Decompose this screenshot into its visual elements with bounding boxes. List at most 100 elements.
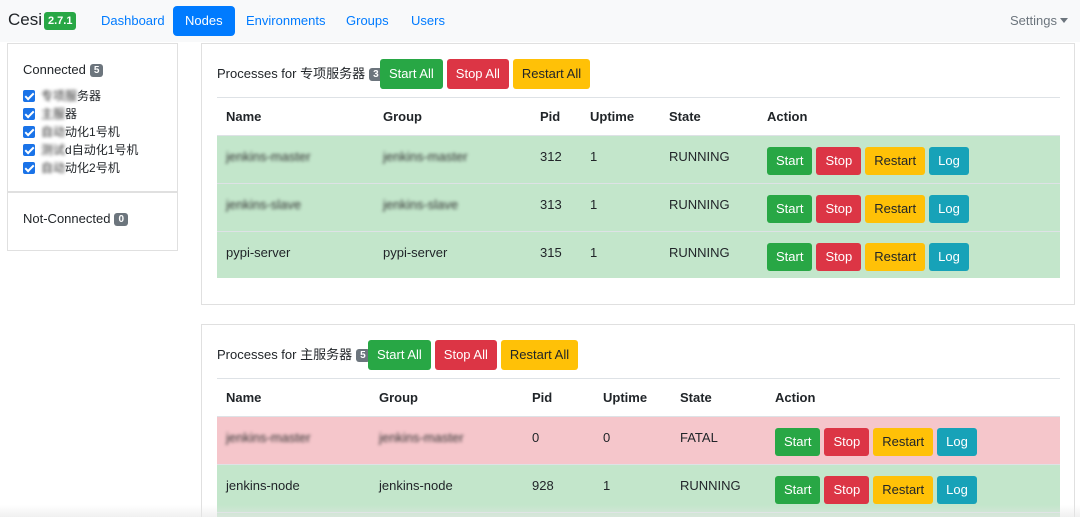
panel-heading-prefix: Processes for bbox=[217, 347, 297, 362]
stop-button[interactable]: Stop bbox=[824, 428, 870, 456]
column-header-state: State bbox=[669, 109, 701, 124]
nav-users[interactable]: Users bbox=[399, 6, 457, 36]
process-panel: Processes for 专项服务器 3 Start All Stop All Re… bbox=[201, 43, 1075, 305]
process-name: jenkins-node bbox=[226, 478, 300, 493]
start-all-button[interactable]: Start All bbox=[368, 340, 431, 370]
column-header-group: Group bbox=[383, 109, 422, 124]
node-checkbox-item[interactable]: 自动动化2号机 bbox=[23, 160, 120, 176]
node-name: d自动化1号机 bbox=[65, 143, 139, 157]
process-uptime: 1 bbox=[590, 149, 598, 164]
nav-dashboard[interactable]: Dashboard bbox=[89, 6, 177, 36]
node-checkbox-item[interactable]: 专项服务器 bbox=[23, 88, 101, 104]
checkbox-checked-icon[interactable] bbox=[23, 108, 35, 120]
brand-logo[interactable]: Cesi bbox=[8, 10, 42, 30]
start-button[interactable]: Start bbox=[775, 428, 821, 456]
node-name-redacted: 专项服 bbox=[41, 89, 78, 103]
process-name-redacted: jenkins-master bbox=[226, 430, 311, 445]
panel-bulk-actions: Start All Stop All Restart All bbox=[380, 59, 594, 89]
table-row: jenkins-master jenkins-master 312 1 RUNN… bbox=[217, 135, 1060, 183]
column-header-pid: Pid bbox=[540, 109, 561, 124]
version-badge: 2.7.1 bbox=[44, 12, 77, 30]
not-connected-count-badge: 0 bbox=[114, 213, 129, 226]
restart-all-button[interactable]: Restart All bbox=[512, 59, 591, 89]
table-row: jenkins-slave jenkins-slave 313 1 RUNNIN… bbox=[217, 183, 1060, 231]
log-button[interactable]: Log bbox=[937, 428, 977, 456]
panel-bulk-actions: Start All Stop All Restart All bbox=[368, 340, 582, 370]
column-header-action: Action bbox=[775, 390, 816, 405]
column-header-group: Group bbox=[379, 390, 418, 405]
node-checkbox-item[interactable]: 测试d自动化1号机 bbox=[23, 142, 138, 158]
process-panel: Processes for 主服务器 5 Start All Stop All Res… bbox=[201, 324, 1075, 517]
restart-button[interactable]: Restart bbox=[865, 243, 926, 271]
node-checkbox-item[interactable]: 自动动化1号机 bbox=[23, 124, 120, 140]
row-actions: Start Stop Restart Log bbox=[775, 476, 981, 504]
checkbox-checked-icon[interactable] bbox=[23, 162, 35, 174]
column-header-uptime: Uptime bbox=[603, 390, 648, 405]
panel-heading-prefix: Processes for bbox=[217, 66, 297, 81]
process-pid: 0 bbox=[532, 430, 540, 445]
process-state: FATAL bbox=[680, 430, 718, 445]
row-actions: Start Stop Restart Log bbox=[775, 428, 981, 456]
process-group: jenkins-node bbox=[379, 478, 453, 493]
process-group: pypi-server bbox=[383, 245, 448, 260]
start-button[interactable]: Start bbox=[775, 476, 821, 504]
column-header-pid: Pid bbox=[532, 390, 553, 405]
restart-button[interactable]: Restart bbox=[865, 195, 926, 223]
process-state: RUNNING bbox=[669, 197, 730, 212]
chevron-down-icon bbox=[1060, 18, 1068, 23]
row-actions: Start Stop Restart Log bbox=[767, 147, 973, 175]
stop-button[interactable]: Stop bbox=[816, 195, 862, 223]
bottom-edge-shadow bbox=[0, 505, 1080, 517]
row-actions: Start Stop Restart Log bbox=[767, 243, 973, 271]
start-button[interactable]: Start bbox=[767, 243, 813, 271]
column-header-state: State bbox=[680, 390, 712, 405]
log-button[interactable]: Log bbox=[929, 243, 969, 271]
top-navbar: Cesi 2.7.1 Dashboard Nodes Environments … bbox=[0, 0, 1080, 42]
node-name: 动化2号机 bbox=[65, 161, 120, 175]
process-name: pypi-server bbox=[226, 245, 291, 260]
stop-button[interactable]: Stop bbox=[816, 243, 862, 271]
process-name-redacted: jenkins-slave bbox=[226, 197, 302, 212]
stop-button[interactable]: Stop bbox=[824, 476, 870, 504]
stop-button[interactable]: Stop bbox=[816, 147, 862, 175]
settings-dropdown[interactable]: Settings bbox=[1010, 13, 1068, 28]
start-button[interactable]: Start bbox=[767, 195, 813, 223]
connected-label: Connected bbox=[23, 62, 86, 77]
log-button[interactable]: Log bbox=[937, 476, 977, 504]
restart-button[interactable]: Restart bbox=[873, 476, 934, 504]
node-name-redacted: 测试 bbox=[41, 143, 66, 157]
log-button[interactable]: Log bbox=[929, 195, 969, 223]
process-pid: 928 bbox=[532, 478, 554, 493]
node-checkbox-item[interactable]: 主服器 bbox=[23, 106, 77, 122]
restart-button[interactable]: Restart bbox=[873, 428, 934, 456]
process-uptime: 0 bbox=[603, 430, 611, 445]
stop-all-button[interactable]: Stop All bbox=[434, 340, 497, 370]
start-button[interactable]: Start bbox=[767, 147, 813, 175]
column-header-action: Action bbox=[767, 109, 808, 124]
nav-groups[interactable]: Groups bbox=[334, 6, 401, 36]
connected-nodes-card: Connected 5 专项服务器 主服器 自动动化1号机 测试d自动化1号机 自… bbox=[7, 43, 178, 192]
settings-label: Settings bbox=[1010, 13, 1057, 28]
restart-all-button[interactable]: Restart All bbox=[500, 340, 579, 370]
process-pid: 312 bbox=[540, 149, 562, 164]
nav-environments[interactable]: Environments bbox=[234, 6, 337, 36]
start-all-button[interactable]: Start All bbox=[380, 59, 443, 89]
column-header-name: Name bbox=[226, 390, 262, 405]
log-button[interactable]: Log bbox=[929, 147, 969, 175]
checkbox-checked-icon[interactable] bbox=[23, 126, 35, 138]
process-group-redacted: jenkins-slave bbox=[383, 197, 459, 212]
process-group: jenkins-slave bbox=[383, 197, 458, 212]
checkbox-checked-icon[interactable] bbox=[23, 144, 35, 156]
stop-all-button[interactable]: Stop All bbox=[446, 59, 509, 89]
process-group: jenkins-master bbox=[379, 430, 464, 445]
panel-heading: Processes for 专项服务器 3 bbox=[217, 59, 383, 89]
restart-button[interactable]: Restart bbox=[865, 147, 926, 175]
process-group-redacted: jenkins-master bbox=[379, 430, 464, 445]
not-connected-title: Not-Connected 0 bbox=[23, 211, 129, 226]
nav-nodes[interactable]: Nodes bbox=[173, 6, 235, 36]
checkbox-checked-icon[interactable] bbox=[23, 90, 35, 102]
column-header-name: Name bbox=[226, 109, 262, 124]
row-actions: Start Stop Restart Log bbox=[767, 195, 973, 223]
process-state: RUNNING bbox=[669, 245, 730, 260]
panel-node-name: 专项服务器 bbox=[300, 66, 366, 81]
